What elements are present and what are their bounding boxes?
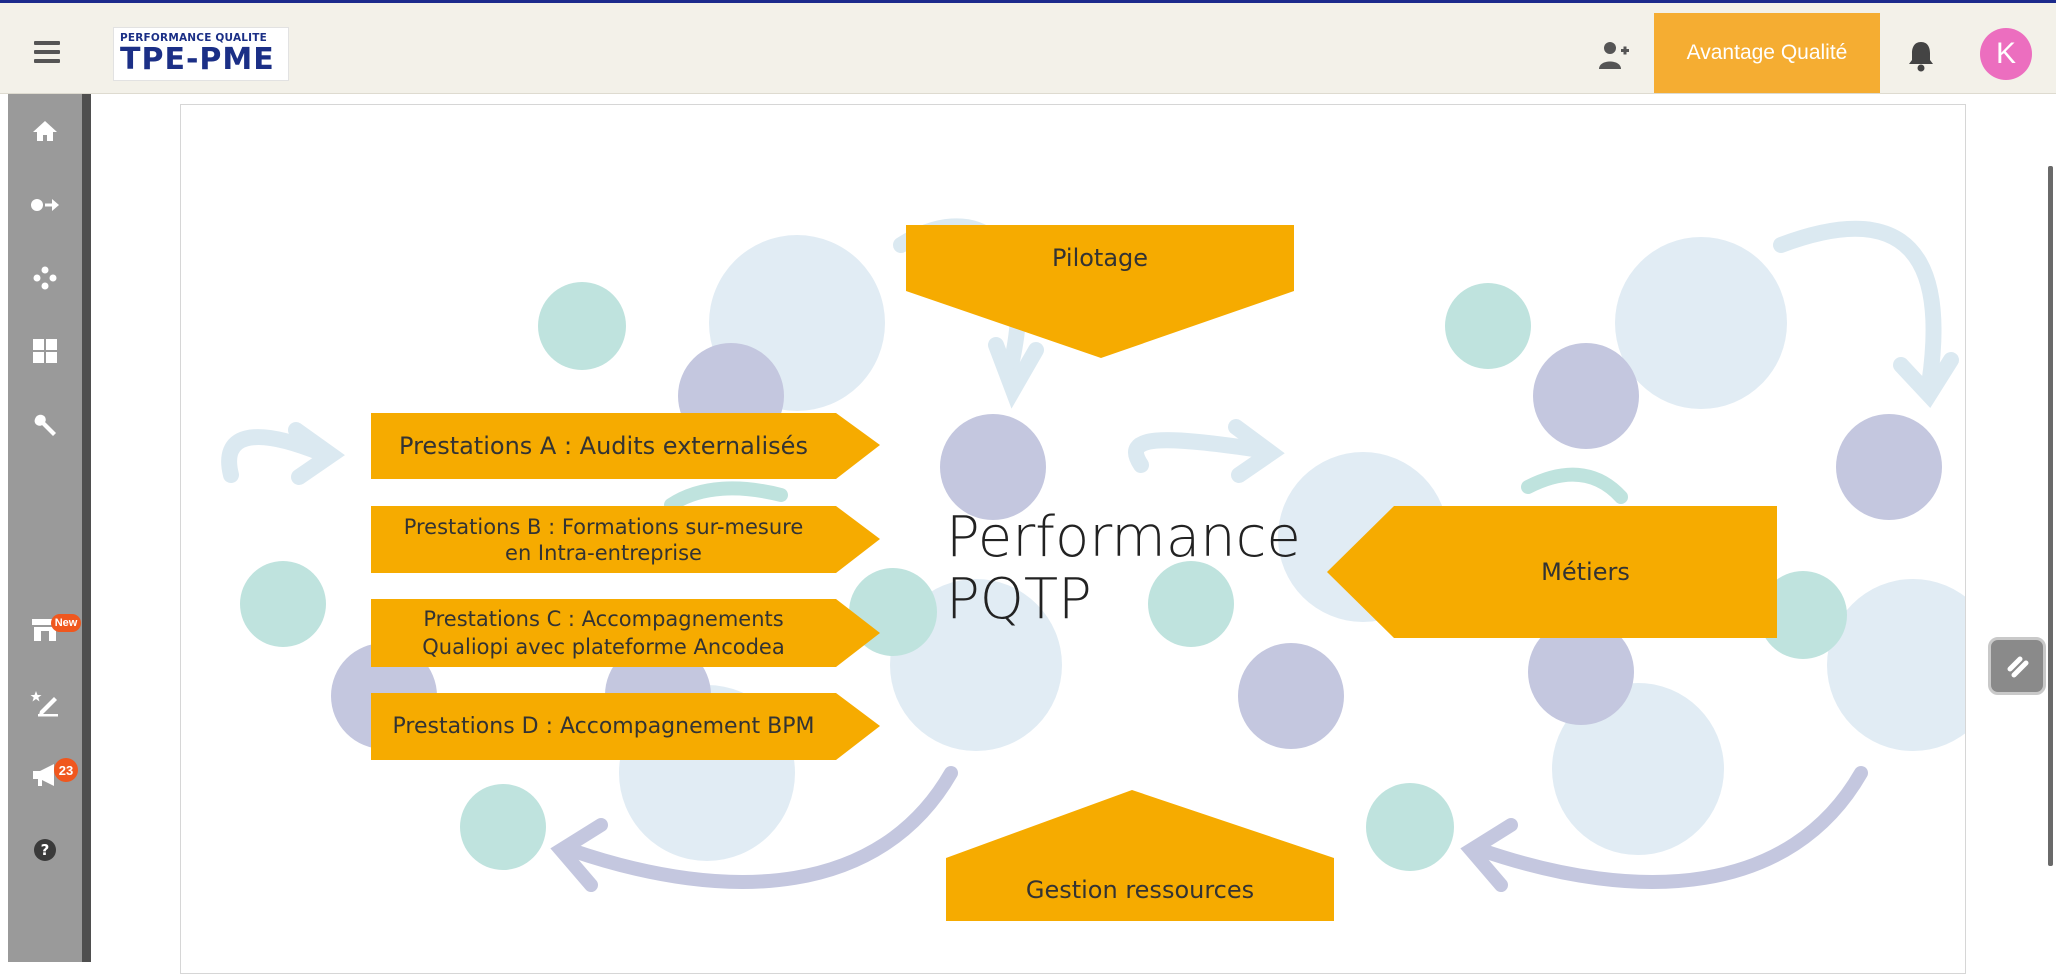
edit-star-icon [30,691,58,717]
avatar[interactable]: K [1980,28,2032,80]
prestation-d-line1: Prestations D : Accompagnement BPM [392,714,815,739]
wrench-icon [34,414,56,436]
link-icon [2007,656,2029,678]
scrollbar[interactable] [2048,166,2053,866]
diagram-slide: Pilotage Gestion ressources Métiers Perf… [180,104,1966,974]
top-header: PERFORMANCE QUALITE TPE-PME Avantage Qua… [0,3,2056,94]
gestion-ressources-label: Gestion ressources [1025,875,1255,904]
new-badge: New [51,614,81,632]
sidebar-item-network[interactable] [8,257,82,299]
menu-icon[interactable] [34,41,60,63]
sidebar-item-edit[interactable] [8,682,82,724]
prestation-d: Prestations D : Accompagnement BPM [371,693,836,760]
logo-main-text: TPE-PME [120,42,275,77]
bell-icon[interactable] [1904,39,1938,73]
sidebar-item-store[interactable]: New [8,608,82,650]
avantage-qualite-button[interactable]: Avantage Qualité [1654,13,1880,93]
svg-text:?: ? [41,841,50,859]
announcement-count-badge: 23 [54,758,78,782]
sidebar-item-dashboard[interactable] [8,330,82,372]
sidebar-item-login[interactable] [8,184,82,226]
prestation-c-line1: Prestations C : Accompagnements [423,607,784,631]
prestation-c: Prestations C : Accompagnements Qualiopi… [371,599,836,667]
metiers-label: Métiers [1541,558,1630,586]
sidebar-item-help[interactable]: ? [8,829,82,871]
sidebar: New 23 ? [8,94,91,962]
sidebar-item-announcements[interactable]: 23 [8,754,82,796]
sidebar-item-tools[interactable] [8,404,82,446]
login-arrow-icon [31,199,59,211]
help-icon: ? [34,839,56,861]
home-icon [33,121,57,141]
logo[interactable]: PERFORMANCE QUALITE TPE-PME [113,27,289,81]
add-user-icon[interactable] [1597,39,1631,73]
prestation-b-line1: Prestations B : Formations sur-mesure [403,514,804,539]
dashboard-grid-icon [33,339,57,363]
center-title-line2: PQTP [946,567,1092,632]
network-icon [33,266,57,290]
prestation-b-line2: en Intra-entreprise [505,540,702,565]
center-title-line1: Performance [946,505,1301,570]
floating-link-button[interactable] [1988,637,2046,695]
prestation-b: Prestations B : Formations sur-mesure en… [371,506,836,573]
center-title: Performance PQTP [946,507,1301,631]
pilotage-label: Pilotage [1051,244,1149,272]
prestation-a: Prestations A : Audits externalisés [371,413,836,479]
prestation-c-line2: Qualiopi avec plateforme Ancodea [422,635,785,659]
prestation-a-line1: Prestations A : Audits externalisés [399,432,808,460]
sidebar-item-home[interactable] [8,110,82,152]
